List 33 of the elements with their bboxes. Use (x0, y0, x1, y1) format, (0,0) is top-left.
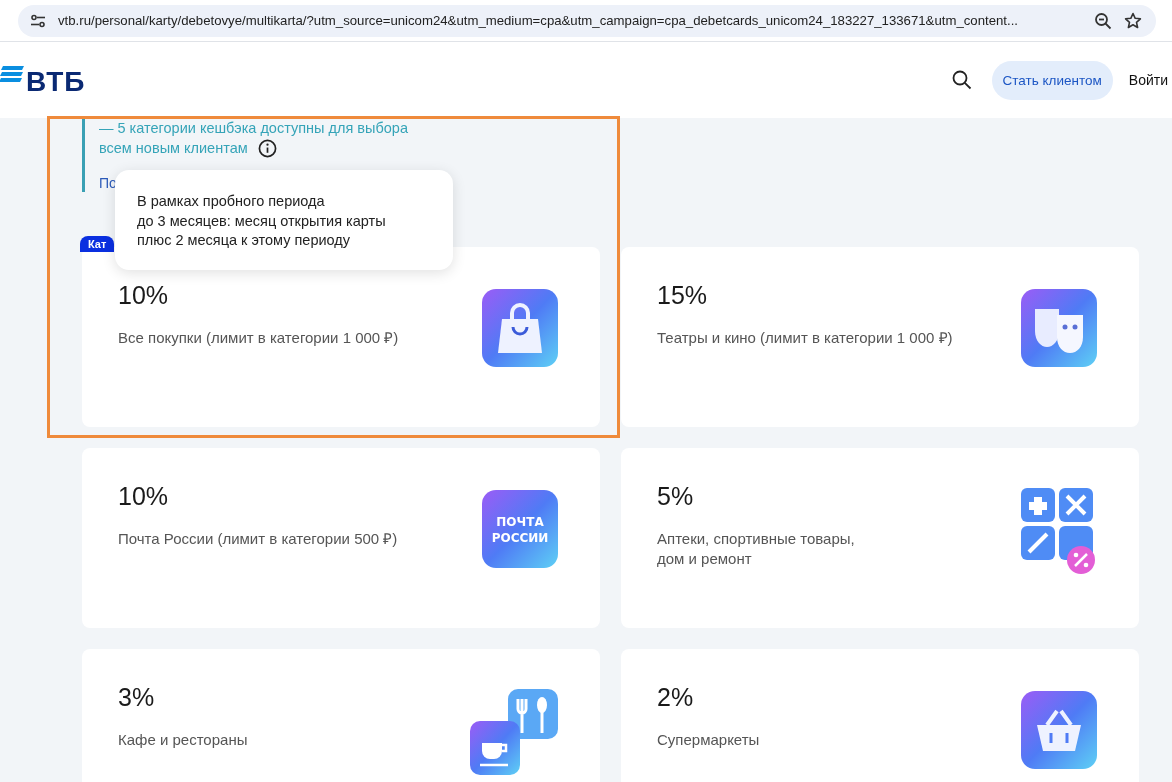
address-bar[interactable]: vtb.ru/personal/karty/debetovye/multikarta/?utm_source=unicom24&utm_medium=cpa&utm_campaign=cpa_debetcards_unicom24_183227_133671&utm_content... (18, 4, 1156, 37)
cashback-percent: 15% (657, 281, 709, 310)
login-link[interactable]: Войти (1128, 72, 1168, 88)
logo-stripes-icon (0, 66, 24, 82)
category-description: Кафе и рестораны (118, 730, 248, 750)
category-description: Супермаркеты (657, 730, 760, 750)
cashback-card[interactable]: 2% Супермаркеты (621, 649, 1139, 782)
cashback-card[interactable]: 10% Все покупки (лимит в категории 1 000 ₽) (82, 247, 600, 427)
cashback-card[interactable]: 3% Кафе и рестораны (82, 649, 600, 782)
tooltip-text: В рамках пробного периода до 3 месяцев: месяц открытия карты плюс 2 месяца к этому периоду (137, 192, 387, 250)
zoom-icon[interactable] (1094, 11, 1112, 30)
info-text: — 5 категории кешбэка доступны для выбора (99, 119, 409, 138)
become-client-button[interactable]: Стать клиентом (991, 60, 1113, 100)
cashback-percent: 5% (657, 482, 695, 511)
category-badge: Кат (80, 236, 115, 252)
cashback-percent: 2% (657, 683, 695, 712)
cashback-card[interactable]: 15% Театры и кино (лимит в категории 1 000 ₽) (621, 247, 1139, 427)
cashback-percent: 10% (118, 281, 170, 310)
bookmark-star-icon[interactable] (1124, 11, 1142, 30)
info-icon[interactable] (257, 138, 277, 158)
url-text: vtb.ru/personal/karty/debetovye/multikarta/?utm_source=unicom24&utm_medium=cpa&utm_campaign=cpa_debetcards_unicom24_183227_133671&utm_content... (58, 13, 1019, 28)
info-text: всем новым клиентам (99, 139, 248, 158)
cashback-card[interactable]: 10% Почта России (лимит в категории 500 ₽) ПОЧТА РОССИИ (82, 448, 600, 628)
category-description: Театры и кино (лимит в категории 1 000 ₽) (657, 328, 953, 348)
logo-text[interactable]: ВТБ (26, 66, 86, 98)
search-icon[interactable] (951, 70, 972, 90)
category-description: Аптеки, спортивные товары, дом и ремонт (657, 529, 855, 569)
cashback-card[interactable]: 5% Аптеки, спортивные товары, дом и ремонт (621, 448, 1139, 628)
category-description: Почта России (лимит в категории 500 ₽) (118, 529, 398, 549)
cashback-percent: 10% (118, 482, 170, 511)
site-settings-icon[interactable] (30, 12, 46, 29)
cashback-percent: 3% (118, 683, 156, 712)
category-description: Все покупки (лимит в категории 1 000 ₽) (118, 328, 399, 348)
